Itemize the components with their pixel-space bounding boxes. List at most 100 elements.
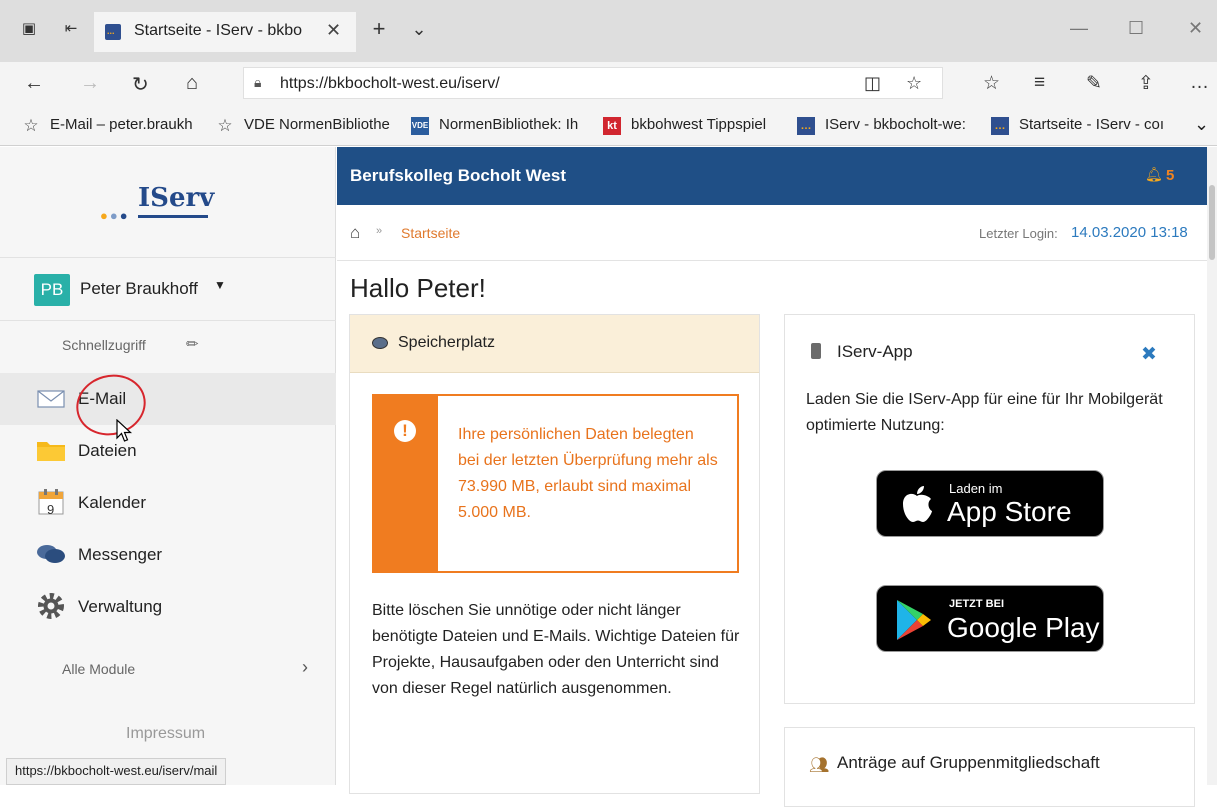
logo-dots: ●●● [100,208,130,223]
google-play-small: JETZT BEI [949,598,1005,610]
minimize-button[interactable]: — [1070,18,1088,39]
favorites-list-icon[interactable]: ☆ [983,72,1000,95]
calendar-day: 9 [47,502,55,517]
mouse-cursor-icon [116,419,133,442]
sidebar: ●●● IServ PB Peter Braukhoff ▼ Schnellzu… [0,147,336,785]
storage-warning: ! Ihre persönlichen Daten belegten bei d… [372,394,739,573]
kt-icon: kt [603,117,621,135]
sidebar-item-label: Kalender [78,493,147,512]
favorite-link[interactable]: Startseite - IServ - coı [1019,116,1164,133]
favorites-bar: ☆ E-Mail – peter.braukh ☆ VDE NormenBibl… [0,106,1217,146]
lock-icon: 🔒︎ [254,74,262,90]
user-name: Peter Braukhoff [80,279,198,298]
storage-panel-header: Speicherplatz [350,315,759,373]
user-menu[interactable]: PB Peter Braukhoff ▼ [0,257,336,321]
iserv-logo[interactable]: ●●● IServ [100,183,215,223]
apple-icon [903,486,932,522]
app-store-button[interactable]: Laden im App Store [876,470,1104,537]
sidebar-item-label: Dateien [78,441,137,460]
browser-tab[interactable]: Startseite - IServ - bkbo ✕ [94,12,356,52]
vde-icon: VDE [411,117,429,135]
group-requests-panel: 👥︎ Anträge auf Gruppenmitgliedschaft [784,727,1195,807]
storage-panel: Speicherplatz ! Ihre persönlichen Daten … [349,314,760,794]
iserv-icon: … [991,117,1009,135]
breadcrumb: ⌂ » Startseite Letzter Login: 14.03.2020… [337,205,1207,261]
refresh-icon[interactable]: ↻ [132,72,149,97]
star-icon: ☆ [23,116,39,135]
notification-count[interactable]: 5 [1166,167,1174,184]
iserv-app-panel: IServ-App ✖ Laden Sie die IServ-App für … [784,314,1195,704]
favorite-link[interactable]: IServ - bkbocholt-we: [825,116,966,133]
app-store-big: App Store [947,496,1072,527]
iserv-favicon-icon [105,24,121,40]
favorite-link[interactable]: NormenBibliothek: Ih [439,116,578,133]
favorite-link[interactable]: bkbohwest Tippspiel [631,116,766,133]
breadcrumb-separator: » [376,225,383,237]
logo-text: IServ [138,183,215,213]
favorites-more-icon[interactable]: ⌄ [1194,114,1209,135]
tab-actions-icon[interactable]: ▣ [20,20,38,38]
caret-down-icon: ▼ [214,278,226,292]
home-icon[interactable]: ⌂ [186,72,198,95]
share-icon[interactable]: ⇪ [1138,72,1154,95]
scrollbar-thumb[interactable] [1209,185,1215,260]
sidebar-item-messenger[interactable]: Messenger [0,529,336,581]
all-modules-link[interactable]: Alle Module [62,661,135,677]
tab-list-icon[interactable]: ⌄ [410,20,428,38]
status-bar-url: https://bkbocholt-west.eu/iserv/mail [6,758,227,785]
bell-icon[interactable]: 🔔︎ [1145,166,1163,183]
home-icon[interactable]: ⌂ [350,223,360,243]
more-icon[interactable]: … [1190,72,1209,94]
app-panel-title: IServ-App [837,342,913,361]
tab-close-icon[interactable]: ✕ [326,20,341,41]
google-play-button[interactable]: JETZT BEI Google Play [876,585,1104,652]
back-icon[interactable]: ← [24,72,44,95]
sidebar-item-admin[interactable]: Verwaltung [0,581,336,633]
exclamation-icon: ! [394,420,416,442]
favorite-link[interactable]: VDE NormenBibliothe [244,116,390,133]
tab-title: Startseite - IServ - bkbo [134,22,303,39]
app-panel-text: Laden Sie die IServ-App für eine für Ihr… [806,391,1163,434]
new-tab-button[interactable]: + [370,18,388,40]
mail-icon [37,390,65,408]
favorite-star-icon[interactable]: ☆ [906,73,922,94]
warning-strip: ! [374,396,438,571]
group-icon: 👥︎ [809,757,830,774]
set-aside-tabs-icon[interactable]: ⇤ [62,20,80,38]
pencil-icon[interactable]: ✏︎ [186,335,199,353]
warning-text: Ihre persönlichen Daten belegten bei der… [458,426,718,521]
chevron-right-icon[interactable]: › [302,657,308,678]
storage-body-text: Bitte löschen Sie unnötige oder nicht lä… [372,602,740,697]
main-content: Berufskolleg Bocholt West 🔔︎ 5 ⌂ » Start… [337,147,1207,807]
sidebar-item-calendar[interactable]: 9 Kalender [0,477,336,529]
disk-icon [372,337,388,349]
gear-icon [38,593,64,619]
last-login-value: 14.03.2020 13:18 [1071,224,1188,241]
sidebar-item-mail[interactable]: E-Mail [0,373,336,425]
school-name[interactable]: Berufskolleg Bocholt West [350,166,566,186]
last-login-label: Letzter Login: [979,226,1058,241]
browser-tab-bar: ▣ ⇤ Startseite - IServ - bkbo ✕ + ⌄ — ☐ … [0,0,1217,62]
breadcrumb-current[interactable]: Startseite [401,225,460,241]
pen-icon[interactable]: ✎ [1086,72,1102,95]
forward-icon[interactable]: → [80,72,100,95]
google-play-icon [897,600,931,640]
sidebar-item-files[interactable]: Dateien [0,425,336,477]
star-icon: ☆ [217,116,233,135]
reading-view-icon[interactable]: ◫ [864,73,881,94]
top-header: Berufskolleg Bocholt West 🔔︎ 5 [337,147,1207,205]
address-toolbar: ← → ↻ ⌂ 🔒︎ https://bkbocholt-west.eu/ise… [0,62,1217,106]
avatar: PB [34,274,70,306]
window-close-button[interactable]: ✕ [1188,18,1203,39]
url-text: https://bkbocholt-west.eu/iserv/ [280,75,500,92]
storage-title: Speicherplatz [398,334,495,351]
close-icon[interactable]: ✖ [1141,343,1157,366]
maximize-button[interactable]: ☐ [1128,18,1144,39]
sidebar-item-label: Verwaltung [78,597,163,616]
folder-icon [37,442,65,461]
group-requests-title: Anträge auf Gruppenmitgliedschaft [837,753,1100,772]
favorite-link[interactable]: E-Mail – peter.braukh [50,116,193,133]
impressum-link[interactable]: Impressum [126,725,205,743]
hub-icon[interactable]: ≡ [1034,72,1045,94]
url-input[interactable]: 🔒︎ https://bkbocholt-west.eu/iserv/ ◫ ☆ [243,67,943,99]
